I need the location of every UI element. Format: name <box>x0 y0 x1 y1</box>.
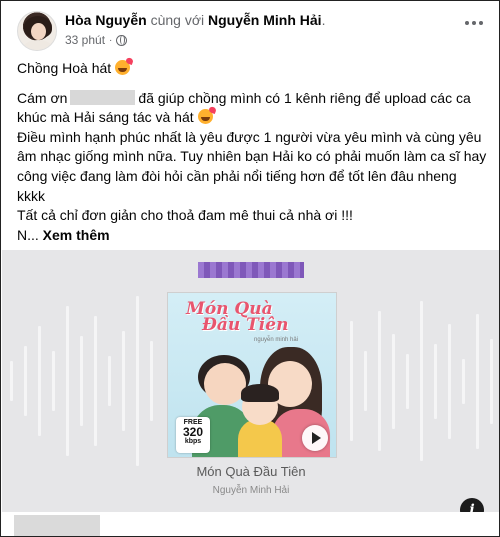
album-title: Món Quà Đầu Tiên <box>186 299 289 335</box>
waveform-bar <box>448 323 451 439</box>
post-text-truncated: N... Xem thêm <box>17 226 110 243</box>
meta-separator: · <box>109 34 113 46</box>
waveform-bar <box>350 321 353 441</box>
waveform-bar <box>94 316 97 446</box>
album-cover[interactable]: Món Quà Đầu Tiên nguyễn minh hải FREE 32… <box>167 292 337 458</box>
waveform-bar <box>108 356 111 406</box>
facebook-post: Hòa Nguyễn cùng với Nguyễn Minh Hải. 33 … <box>0 0 500 537</box>
smiling-face-with-hearts-icon <box>115 60 131 75</box>
post-text: Chồng Hoà hát Cám ơn đã giúp chồng mình c… <box>17 59 487 245</box>
waveform-bar <box>10 361 13 401</box>
waveform-bar <box>476 313 479 449</box>
waveform-bar <box>420 301 423 461</box>
waveform-bar <box>364 351 367 411</box>
song-title[interactable]: Món Quà Đầu Tiên <box>2 464 499 479</box>
post-text-line: Chồng Hoà hát <box>17 59 487 79</box>
post-author-line: Hòa Nguyễn cùng với Nguyễn Minh Hải. <box>65 12 325 28</box>
waveform-bar <box>392 333 395 429</box>
author-name[interactable]: Hòa Nguyễn <box>65 12 147 28</box>
waveform-bar <box>122 331 125 431</box>
post-time[interactable]: 33 phút <box>65 33 105 47</box>
waveform-bar <box>38 326 41 436</box>
post-text-paragraph: Điều mình hạnh phúc nhất là yêu được 1 n… <box>17 128 487 204</box>
song-artist[interactable]: Nguyễn Minh Hải <box>2 485 499 496</box>
post-meta: 33 phút · <box>65 33 128 47</box>
redacted-channel-title <box>198 262 304 278</box>
info-icon[interactable]: i <box>460 498 484 512</box>
waveform-bar <box>490 338 493 424</box>
post-header: Hòa Nguyễn cùng với Nguyễn Minh Hải. 33 … <box>17 9 487 53</box>
more-horizontal-icon[interactable] <box>465 21 483 25</box>
with-text: cùng với <box>150 12 205 28</box>
play-icon[interactable] <box>302 425 328 451</box>
redacted-name <box>70 89 136 105</box>
waveform-bar <box>378 311 381 451</box>
waveform-bar <box>406 353 409 409</box>
music-attachment[interactable]: Món Quà Đầu Tiên nguyễn minh hải FREE 32… <box>2 250 499 512</box>
waveform-bar <box>80 336 83 426</box>
album-subtitle: nguyễn minh hải <box>254 337 299 343</box>
waveform-bar <box>136 296 139 466</box>
waveform-bar <box>434 343 437 419</box>
smiling-face-with-hearts-icon <box>197 109 213 125</box>
post-text-paragraph: Cám ơn đã giúp chồng mình có 1 kênh riêng… <box>17 89 471 126</box>
tagged-suffix: . <box>321 12 326 28</box>
waveform-bar <box>462 358 465 404</box>
redacted-reactions <box>14 515 100 536</box>
avatar[interactable] <box>17 11 57 51</box>
post-text-paragraph: Tất cả chỉ đơn giản cho thoả đam mê thui… <box>17 207 353 224</box>
free-320kbps-badge: FREE 320 kbps <box>176 417 210 453</box>
waveform-bar <box>52 351 55 411</box>
tagged-user-name[interactable]: Nguyễn Minh Hải <box>208 12 322 28</box>
see-more-link[interactable]: Xem thêm <box>43 227 110 243</box>
globe-icon[interactable] <box>116 34 128 46</box>
waveform-bar <box>66 306 69 456</box>
waveform-bar <box>24 346 27 416</box>
waveform-bar <box>150 341 153 421</box>
